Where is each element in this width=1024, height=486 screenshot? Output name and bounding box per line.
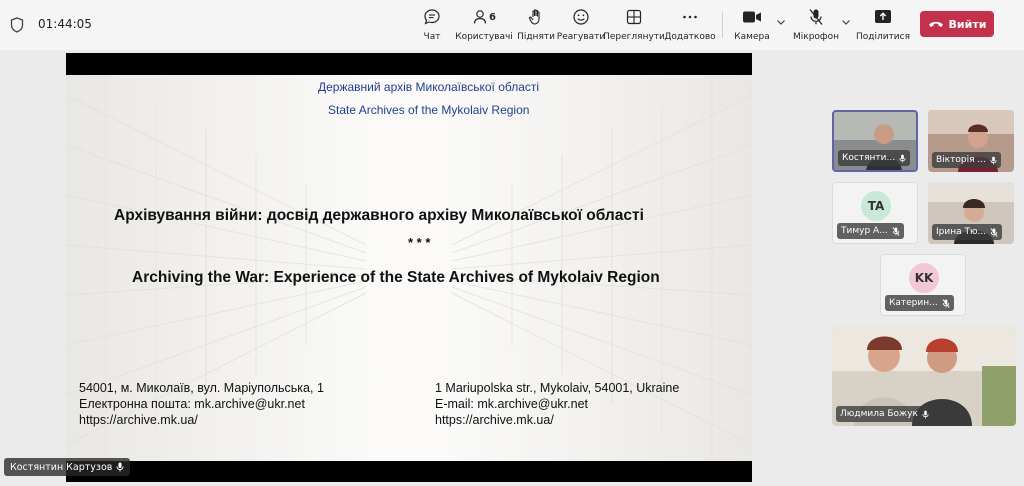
microphone-button[interactable]: Мікрофон <box>793 6 840 46</box>
meeting-toolbar: 01:44:05 Чат 6 Користувачі Підняти Реагу… <box>0 0 1024 50</box>
slide-org-ua: Державний архів Миколаївської області <box>318 80 540 94</box>
microphone-options-chevron-down-icon[interactable] <box>841 18 851 26</box>
microphone-label: Мікрофон <box>793 32 840 42</box>
participant-name: Тимур А... <box>841 226 888 236</box>
leave-button[interactable]: Вийти <box>920 11 994 37</box>
participant-name: Вікторія ... <box>936 155 986 165</box>
microphone-icon <box>116 462 124 472</box>
address-en-line: 1 Mariupolska str., Mykolaiv, 54001, Ukr… <box>435 381 680 395</box>
slide-address-en: 1 Mariupolska str., Mykolaiv, 54001, Ukr… <box>435 380 679 428</box>
phone-hangup-icon <box>928 21 943 27</box>
participant-avatar: TA <box>861 191 891 221</box>
people-count: 6 <box>489 11 496 23</box>
participant-avatar: KK <box>909 263 939 293</box>
slide-title-en: Archiving the War: Experience of the Sta… <box>132 269 660 286</box>
share-screen-icon <box>875 10 891 23</box>
participant-tile[interactable]: Ірина Тю... <box>928 182 1014 244</box>
participant-name: Костянти... <box>842 153 896 163</box>
slide-address-ua: 54001, м. Миколаїв, вул. Маріупольська, … <box>79 380 324 428</box>
slide-title-ua: Архівування війни: досвід державного арх… <box>114 207 644 224</box>
microphone-muted-icon <box>892 226 900 236</box>
camera-icon <box>743 11 761 23</box>
participant-tile[interactable]: KK Катерин... <box>880 254 966 316</box>
microphone-muted-icon <box>942 298 950 308</box>
participant-tile[interactable]: Вікторія ... <box>928 110 1014 172</box>
more-icon <box>683 15 697 19</box>
people-icon <box>473 10 487 24</box>
more-label: Додатково <box>664 32 716 42</box>
meeting-timer: 01:44:05 <box>38 17 92 31</box>
presentation-slide: Державний архів Миколаївської області St… <box>66 75 752 461</box>
smiley-icon <box>573 9 589 25</box>
slide-stars: * * * <box>408 235 431 250</box>
camera-options-chevron-down-icon[interactable] <box>776 18 786 26</box>
hand-icon <box>528 9 540 25</box>
view-button[interactable]: Переглянути <box>603 6 665 46</box>
presenter-name-tag: Костянтин Картузов <box>4 458 131 476</box>
people-button[interactable]: 6 Користувачі <box>455 6 513 46</box>
chat-label: Чат <box>423 32 441 42</box>
raise-hand-button[interactable]: Підняти <box>517 6 555 46</box>
more-button[interactable]: Додатково <box>664 6 716 46</box>
participant-name: Катерин... <box>889 298 938 308</box>
toolbar-divider <box>722 12 723 38</box>
shared-screen: Державний архів Миколаївської області St… <box>66 53 752 482</box>
view-label: Переглянути <box>603 32 665 42</box>
chat-icon <box>424 9 440 25</box>
participant-name: Ірина Тю... <box>936 227 987 237</box>
participant-name-tag: Ірина Тю... <box>932 224 1003 240</box>
address-ua-line: 54001, м. Миколаїв, вул. Маріупольська, … <box>79 381 324 395</box>
participant-tile[interactable]: Костянти... <box>832 110 918 172</box>
address-ua-line: https://archive.mk.ua/ <box>79 413 198 427</box>
react-label: Реагувати <box>556 32 606 42</box>
react-button[interactable]: Реагувати <box>556 6 606 46</box>
share-button[interactable]: Поділитися <box>855 6 911 46</box>
participant-name-tag: Людмила Божук <box>836 406 933 422</box>
presenter-name: Костянтин Картузов <box>10 461 113 473</box>
participant-name-tag: Костянти... <box>838 150 911 166</box>
leave-label: Вийти <box>948 17 987 31</box>
participant-tile-large[interactable]: Людмила Божук <box>832 326 1016 426</box>
microphone-icon <box>899 154 906 162</box>
camera-button[interactable]: Камера <box>734 6 770 46</box>
microphone-muted-icon <box>809 9 823 25</box>
grid-view-icon <box>626 9 642 25</box>
participant-name-tag: Катерин... <box>885 295 954 311</box>
chat-button[interactable]: Чат <box>419 6 445 46</box>
microphone-icon <box>922 410 929 418</box>
address-en-line: https://archive.mk.ua/ <box>435 413 554 427</box>
people-label: Користувачі <box>455 32 513 42</box>
camera-label: Камера <box>734 32 770 42</box>
slide-org-en: State Archives of the Mykolaiv Region <box>328 103 530 117</box>
shield-icon[interactable] <box>10 17 24 33</box>
raise-hand-label: Підняти <box>517 32 555 42</box>
address-en-line: E-mail: mk.archive@ukr.net <box>435 397 589 411</box>
participant-name-tag: Тимур А... <box>837 223 904 239</box>
microphone-muted-icon <box>990 227 998 237</box>
address-ua-line: Електронна пошта: mk.archive@ukr.net <box>79 397 305 411</box>
participant-tile[interactable]: TA Тимур А... <box>832 182 918 244</box>
participant-name-tag: Вікторія ... <box>932 152 1001 168</box>
share-label: Поділитися <box>855 32 911 42</box>
microphone-icon <box>990 156 997 164</box>
participant-name: Людмила Божук <box>840 409 918 419</box>
